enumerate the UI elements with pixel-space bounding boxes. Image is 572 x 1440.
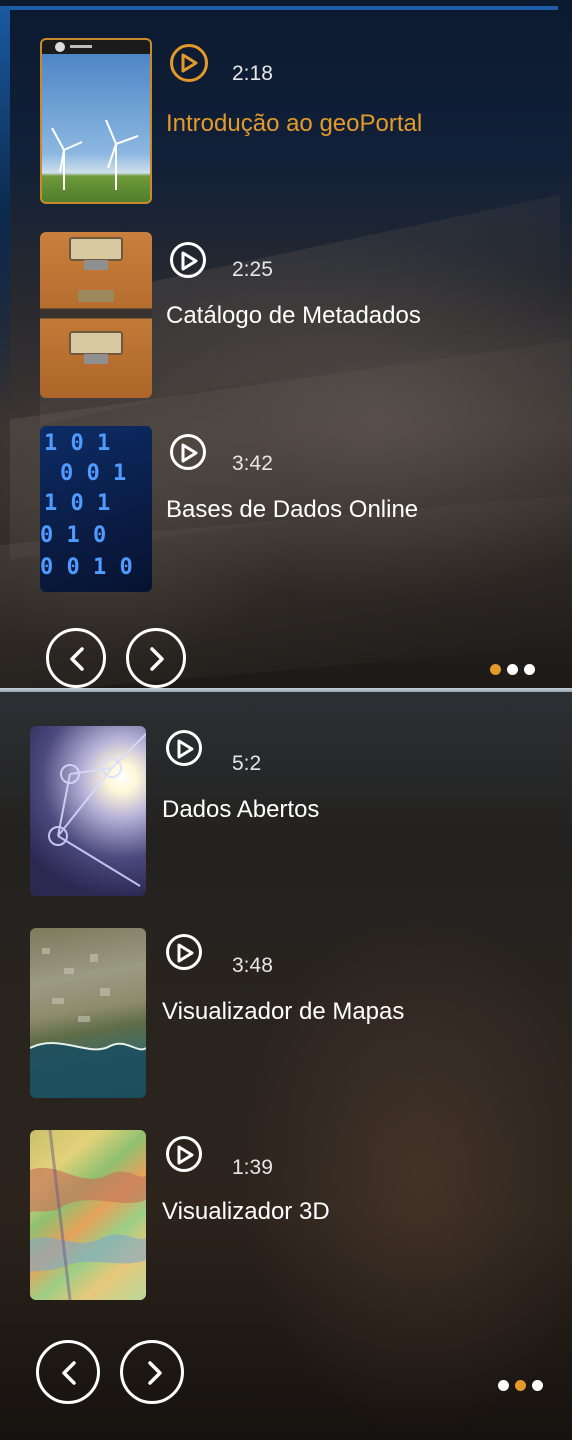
video-thumbnail[interactable] <box>40 232 152 398</box>
wind-turbines-image <box>51 42 139 190</box>
play-icon <box>181 53 198 73</box>
play-icon <box>177 739 194 759</box>
play-icon <box>177 1145 194 1165</box>
play-button[interactable] <box>166 1136 202 1172</box>
svg-text:1 0 1: 1 0 1 <box>44 431 110 456</box>
carousel-next-button[interactable] <box>126 628 186 688</box>
frame-top-border <box>6 6 558 10</box>
frame-left-border <box>0 6 10 686</box>
play-button[interactable] <box>166 730 202 766</box>
geological-map-image <box>30 1130 146 1300</box>
play-button[interactable] <box>170 434 206 470</box>
video-duration: 3:42 <box>232 452 273 475</box>
video-duration: 1:39 <box>232 1156 273 1179</box>
video-thumbnail[interactable]: 1 0 1 0 0 1 1 0 1 0 1 0 0 0 1 0 <box>40 426 152 592</box>
page-dot[interactable] <box>507 664 518 675</box>
play-icon <box>177 943 194 963</box>
video-item[interactable]: 2:18 Introdução ao geoPortal <box>40 38 560 210</box>
video-duration: 3:48 <box>232 954 273 977</box>
chevron-left-icon <box>62 1361 76 1385</box>
satellite-coast-image <box>30 948 146 1098</box>
video-title[interactable]: Dados Abertos <box>162 796 319 824</box>
video-title[interactable]: Catálogo de Metadados <box>166 302 421 330</box>
video-duration: 2:18 <box>232 62 273 85</box>
video-thumbnail[interactable] <box>40 38 152 204</box>
page-dot[interactable] <box>524 664 535 675</box>
svg-text:1 0 1: 1 0 1 <box>44 491 110 516</box>
video-item[interactable]: 1 0 1 0 0 1 1 0 1 0 1 0 0 0 1 0 3:42 Bas… <box>40 426 560 598</box>
page-dot[interactable] <box>532 1380 543 1391</box>
video-item[interactable]: 1:39 Visualizador 3D <box>30 1130 550 1302</box>
video-item[interactable]: 3:48 Visualizador de Mapas <box>30 928 550 1100</box>
video-thumbnail[interactable] <box>30 1130 146 1300</box>
video-title[interactable]: Visualizador 3D <box>162 1198 330 1226</box>
video-carousel-1: 2:18 Introdução ao geoPortal 2:25 Catálo… <box>0 0 572 692</box>
carousel-prev-button[interactable] <box>36 1340 100 1404</box>
carousel-prev-button[interactable] <box>46 628 106 688</box>
video-item[interactable]: 5:2 Dados Abertos <box>30 726 550 898</box>
card-catalog-drawers-image <box>69 237 123 364</box>
video-title[interactable]: Visualizador de Mapas <box>162 998 404 1026</box>
page-dot[interactable] <box>490 664 501 675</box>
network-light-image <box>48 733 146 887</box>
svg-text:0 0 1: 0 0 1 <box>60 461 126 486</box>
binary-code-image: 1 0 1 0 0 1 1 0 1 0 1 0 0 0 1 0 <box>40 431 133 580</box>
carousel-page-indicator <box>498 1378 549 1396</box>
play-button[interactable] <box>170 242 206 278</box>
play-icon <box>181 251 198 271</box>
video-item[interactable]: 2:25 Catálogo de Metadados <box>40 232 560 404</box>
play-button[interactable] <box>166 934 202 970</box>
svg-text:0 0 1 0: 0 0 1 0 <box>40 555 133 580</box>
video-duration: 5:2 <box>232 752 262 775</box>
page-dot[interactable] <box>515 1380 526 1391</box>
video-title[interactable]: Bases de Dados Online <box>166 496 418 524</box>
chevron-right-icon <box>150 647 164 671</box>
chevron-right-icon <box>148 1361 162 1385</box>
play-button[interactable] <box>170 44 208 82</box>
video-thumbnail[interactable] <box>30 726 146 896</box>
video-title[interactable]: Introdução ao geoPortal <box>166 110 422 138</box>
video-playlist-page: 2:18 Introdução ao geoPortal 2:25 Catálo… <box>0 0 572 1440</box>
video-thumbnail[interactable] <box>30 928 146 1098</box>
play-icon <box>181 443 198 463</box>
chevron-left-icon <box>70 647 84 671</box>
carousel-next-button[interactable] <box>120 1340 184 1404</box>
video-duration: 2:25 <box>232 258 273 281</box>
svg-text:0 1 0: 0 1 0 <box>40 523 106 548</box>
video-carousel-2: 5:2 Dados Abertos 3:48 Visualizador de M… <box>0 692 572 1440</box>
page-dot[interactable] <box>498 1380 509 1391</box>
carousel-page-indicator <box>490 662 541 680</box>
